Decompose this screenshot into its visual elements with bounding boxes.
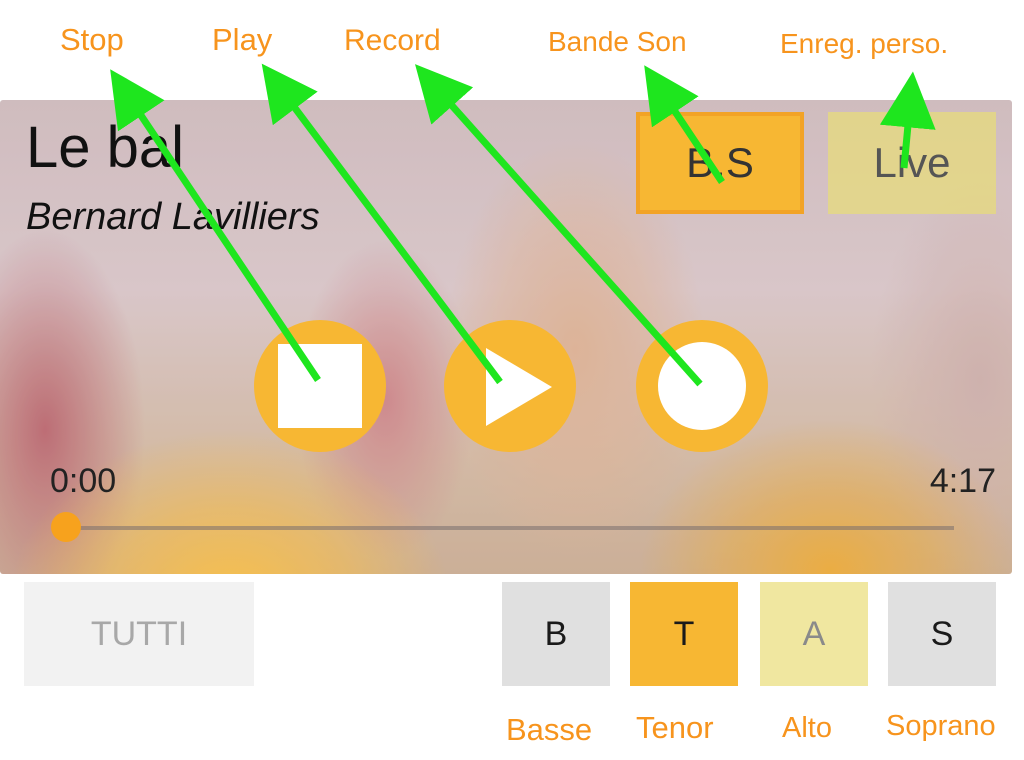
player-panel: Le bal Bernard Lavilliers B.S Live 0:00 … [0,100,1012,574]
callout-enreg-perso: Enreg. perso. [780,28,949,59]
artist-name: Bernard Lavilliers [26,196,320,238]
song-title: Le bal [26,115,185,180]
soprano-voice-button[interactable]: S [888,582,996,686]
callout-stop: Stop [60,22,124,57]
tutti-button[interactable]: TUTTI [24,582,254,686]
play-icon [486,348,552,426]
voice-selector: TUTTI B T A S [0,574,1012,690]
callout-play: Play [212,22,273,57]
stop-icon [278,344,362,428]
callout-soprano: Soprano [886,710,996,742]
callout-basse: Basse [506,712,593,747]
tenor-voice-button[interactable]: T [630,582,738,686]
time-total: 4:17 [929,462,996,500]
record-button[interactable] [636,320,768,452]
alto-voice-button[interactable]: A [760,582,868,686]
record-icon [658,342,746,430]
callout-bande-son: Bande Son [548,26,687,57]
callout-record: Record [344,24,441,57]
backing-track-button[interactable]: B.S [636,112,804,214]
stop-button[interactable] [254,320,386,452]
callout-alto: Alto [782,712,832,744]
play-button[interactable] [444,320,576,452]
bass-voice-button[interactable]: B [502,582,610,686]
time-elapsed: 0:00 [50,462,117,500]
callout-tenor: Tenor [636,710,714,745]
seek-bar[interactable] [66,526,954,530]
live-recording-button[interactable]: Live [828,112,996,214]
seek-handle[interactable] [51,512,81,542]
